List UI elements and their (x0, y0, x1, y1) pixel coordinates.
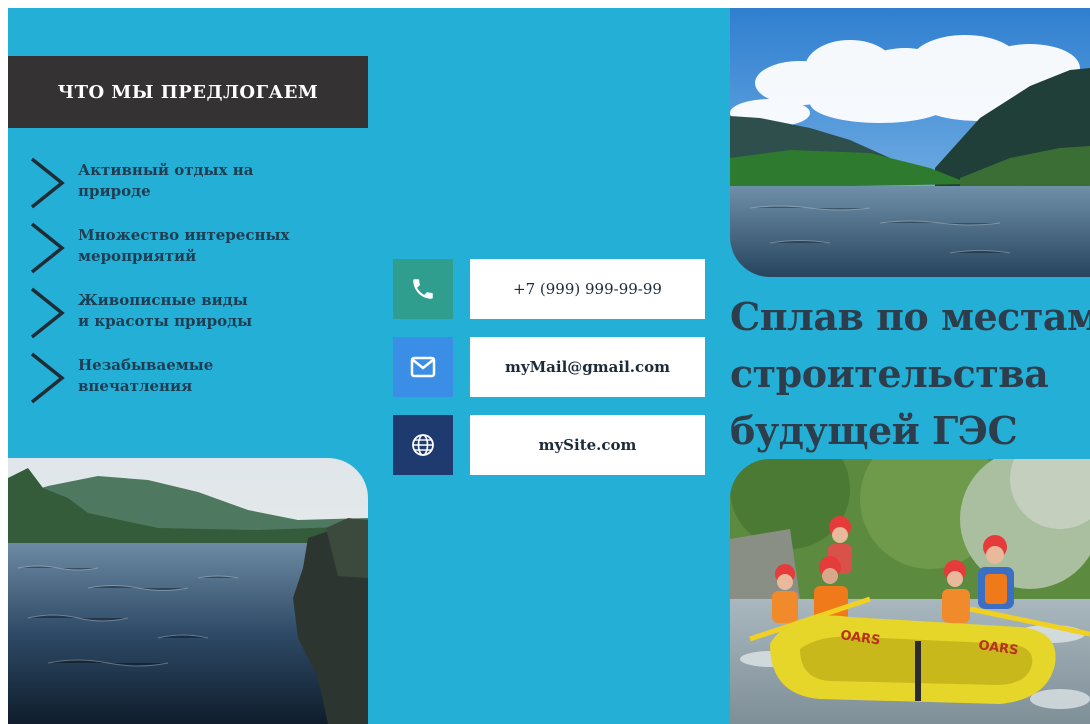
globe-icon (393, 415, 453, 475)
contact-site: mySite.com (393, 415, 705, 477)
title-line: будущей ГЭС (730, 408, 1018, 453)
contact-email: myMail@gmail.com (393, 337, 705, 399)
chevron-right-icon (30, 222, 65, 274)
offer-item-line: впечатления (78, 377, 193, 395)
list-item: Множество интересных мероприятий (28, 221, 358, 286)
phone-number[interactable]: +7 (999) 999-99-99 (470, 259, 705, 319)
offer-item-line: Множество интересных (78, 226, 290, 244)
offer-item-line: природе (78, 182, 151, 200)
title-line: строительства (730, 351, 1049, 396)
list-item: Живописные виды и красоты природы (28, 286, 358, 351)
offer-header: ЧТО МЫ ПРЕДЛОГАЕМ (8, 56, 368, 128)
chevron-right-icon (30, 287, 65, 339)
mail-icon (393, 337, 453, 397)
page-title: Сплав по местам строительства будущей ГЭ… (730, 288, 1090, 459)
offer-item-line: мероприятий (78, 247, 197, 265)
contact-phone: +7 (999) 999-99-99 (393, 259, 705, 321)
brochure: ЧТО МЫ ПРЕДЛОГАЕМ Активный отдых на прир… (8, 8, 1090, 724)
chevron-right-icon (30, 352, 65, 404)
offer-item-line: Незабываемые (78, 356, 214, 374)
offer-list: Активный отдых на природе Множество инте… (28, 156, 358, 416)
offer-item-line: Живописные виды (78, 291, 248, 309)
phone-icon (393, 259, 453, 319)
offer-item-line: и красоты природы (78, 312, 253, 330)
chevron-right-icon (30, 157, 65, 209)
lake-photo (730, 8, 1090, 277)
offer-title: ЧТО МЫ ПРЕДЛОГАЕМ (57, 81, 319, 103)
website-address[interactable]: mySite.com (470, 415, 705, 475)
title-line: Сплав по местам (730, 294, 1090, 339)
list-item: Активный отдых на природе (28, 156, 358, 221)
rafting-photo: OARS OARS (730, 459, 1090, 724)
river-photo (8, 458, 368, 724)
list-item: Незабываемые впечатления (28, 351, 358, 416)
email-address[interactable]: myMail@gmail.com (470, 337, 705, 397)
offer-item-line: Активный отдых на (78, 161, 254, 179)
